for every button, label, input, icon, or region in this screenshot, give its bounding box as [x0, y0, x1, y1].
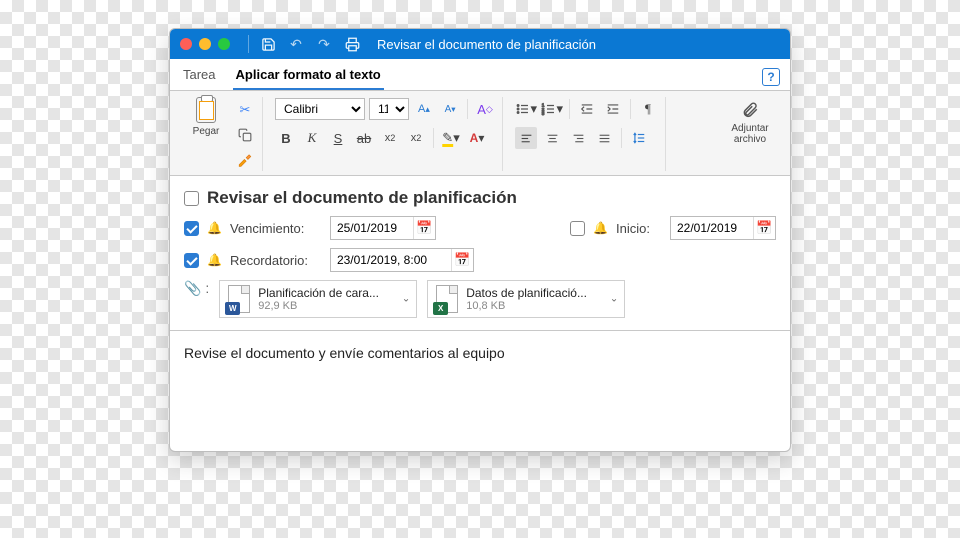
task-body-editor[interactable]: Revise el documento y envíe comentarios …	[170, 331, 790, 451]
bell-icon: 🔔	[593, 221, 608, 235]
font-size-combo[interactable]: 11	[369, 98, 409, 120]
line-spacing-button[interactable]	[628, 127, 650, 149]
reminder-enabled-checkbox[interactable]	[184, 253, 199, 268]
cut-button[interactable]: ✂	[234, 99, 256, 121]
window-controls	[180, 38, 230, 50]
calendar-icon[interactable]: 📅	[451, 249, 473, 271]
align-right-button[interactable]	[567, 127, 589, 149]
undo-icon[interactable]: ↶	[287, 35, 305, 53]
font-group: Calibri 11 A▴ A▾ A◇ B K S ab x2 x2 ✎▾ A▾	[269, 97, 503, 171]
ribbon-tabs: Tarea Aplicar formato al texto ?	[170, 59, 790, 91]
decrease-indent-button[interactable]	[576, 98, 598, 120]
task-window: ↶ ↷ Revisar el documento de planificació…	[169, 28, 791, 452]
attachment-name: Planificación de cara...	[258, 286, 379, 300]
tab-formato-texto[interactable]: Aplicar formato al texto	[233, 63, 384, 90]
start-date-field[interactable]: 📅	[670, 216, 776, 240]
clipboard-group: Pegar ✂	[178, 97, 263, 171]
strikethrough-button[interactable]: ab	[353, 127, 375, 149]
attach-file-button[interactable]: Adjuntar archivo	[724, 97, 776, 145]
attachment-chip[interactable]: W Planificación de cara... 92,9 KB ⌄	[219, 280, 417, 318]
start-label: Inicio:	[616, 221, 662, 236]
bullets-button[interactable]: ▾	[515, 98, 537, 120]
due-enabled-checkbox[interactable]	[184, 221, 199, 236]
attachment-chip[interactable]: X Datos de planificació... 10,8 KB ⌄	[427, 280, 625, 318]
tab-label: Aplicar formato al texto	[236, 67, 381, 82]
paste-label: Pegar	[193, 126, 220, 137]
attachment-size: 92,9 KB	[258, 300, 379, 312]
attach-group: Adjuntar archivo	[718, 97, 782, 171]
paragraph-group: ▾ 123▾ ¶	[509, 97, 666, 171]
increase-font-button[interactable]: A▴	[413, 98, 435, 120]
highlight-button[interactable]: ✎▾	[440, 127, 462, 149]
close-window-button[interactable]	[180, 38, 192, 50]
attachment-name: Datos de planificació...	[466, 286, 587, 300]
chevron-down-icon[interactable]: ⌄	[402, 294, 410, 305]
bold-button[interactable]: B	[275, 127, 297, 149]
clear-formatting-button[interactable]: A◇	[474, 98, 496, 120]
word-file-icon: W	[228, 285, 250, 313]
zoom-window-button[interactable]	[218, 38, 230, 50]
italic-button[interactable]: K	[301, 127, 323, 149]
minimize-window-button[interactable]	[199, 38, 211, 50]
align-left-button[interactable]	[515, 127, 537, 149]
body-text: Revise el documento y envíe comentarios …	[184, 345, 505, 361]
numbering-button[interactable]: 123▾	[541, 98, 563, 120]
tab-label: Tarea	[183, 67, 216, 82]
titlebar: ↶ ↷ Revisar el documento de planificació…	[170, 29, 790, 59]
save-icon[interactable]	[259, 35, 277, 53]
ribbon: Pegar ✂ Calibri 11 A▴ A	[170, 91, 790, 176]
increase-indent-button[interactable]	[602, 98, 624, 120]
reminder-label: Recordatorio:	[230, 253, 322, 268]
format-painter-button[interactable]	[234, 149, 256, 171]
reminder-date-field[interactable]: 📅	[330, 248, 474, 272]
paste-button[interactable]: Pegar	[184, 97, 228, 137]
calendar-icon[interactable]: 📅	[413, 217, 435, 239]
redo-icon[interactable]: ↷	[315, 35, 333, 53]
decrease-font-button[interactable]: A▾	[439, 98, 461, 120]
superscript-button[interactable]: x2	[405, 127, 427, 149]
copy-button[interactable]	[234, 124, 256, 146]
clipboard-icon	[196, 97, 216, 123]
excel-file-icon: X	[436, 285, 458, 313]
print-icon[interactable]	[343, 35, 361, 53]
font-name-combo[interactable]: Calibri	[275, 98, 365, 120]
font-color-button[interactable]: A▾	[466, 127, 488, 149]
start-enabled-checkbox[interactable]	[570, 221, 585, 236]
due-date-input[interactable]	[331, 221, 413, 235]
task-header-pane: Revisar el documento de planificación 🔔 …	[170, 176, 790, 331]
align-center-button[interactable]	[541, 127, 563, 149]
paragraph-marks-button[interactable]: ¶	[637, 98, 659, 120]
chevron-down-icon[interactable]: ⌄	[610, 294, 618, 305]
due-label: Vencimiento:	[230, 221, 322, 236]
task-subject[interactable]: Revisar el documento de planificación	[207, 188, 517, 208]
bell-icon: 🔔	[207, 221, 222, 235]
complete-checkbox[interactable]	[184, 191, 199, 206]
underline-button[interactable]: S	[327, 127, 349, 149]
tab-tarea[interactable]: Tarea	[180, 63, 219, 90]
svg-text:3: 3	[542, 111, 545, 116]
help-button[interactable]: ?	[762, 68, 780, 86]
reminder-date-input[interactable]	[331, 253, 451, 267]
due-date-field[interactable]: 📅	[330, 216, 436, 240]
attachment-size: 10,8 KB	[466, 300, 587, 312]
window-title: Revisar el documento de planificación	[377, 37, 596, 52]
attach-label: Adjuntar archivo	[724, 123, 776, 145]
subscript-button[interactable]: x2	[379, 127, 401, 149]
calendar-icon[interactable]: 📅	[753, 217, 775, 239]
bell-icon: 🔔	[207, 253, 222, 267]
attachment-icon: 📎 :	[184, 280, 209, 297]
justify-button[interactable]	[593, 127, 615, 149]
start-date-input[interactable]	[671, 221, 753, 235]
